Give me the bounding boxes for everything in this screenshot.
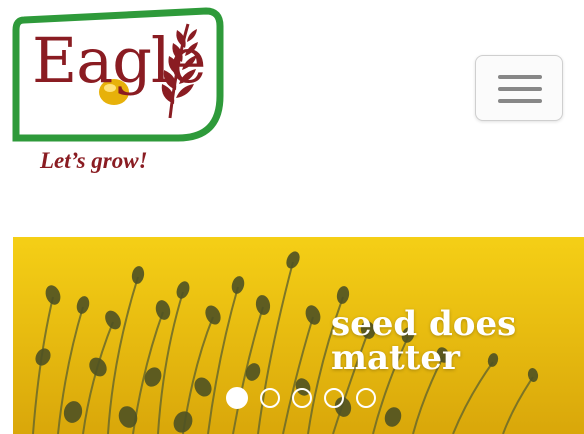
carousel-caption: seed does matter: [331, 307, 571, 375]
site-header: Eagle Let’s grow!: [0, 0, 584, 220]
hero-carousel[interactable]: seed does matter: [13, 237, 584, 434]
hamburger-menu-icon: [498, 99, 542, 103]
logo-home-link[interactable]: Eagle Let’s grow!: [10, 6, 224, 186]
menu-toggle-button[interactable]: [475, 55, 563, 121]
logo-tagline: Let’s grow!: [40, 148, 148, 173]
caption-line: matter: [331, 338, 460, 378]
hamburger-menu-icon: [498, 87, 542, 91]
carousel-indicator-2[interactable]: [260, 388, 280, 408]
carousel-indicator-4[interactable]: [324, 388, 344, 408]
carousel-indicator-1[interactable]: [226, 387, 248, 409]
logo-text: Eagle: [32, 24, 206, 97]
hamburger-menu-icon: [498, 75, 542, 79]
carousel-indicator-5[interactable]: [356, 388, 376, 408]
caption-line: seed does: [331, 304, 517, 344]
carousel-indicator-3[interactable]: [292, 388, 312, 408]
carousel-indicators: [226, 387, 388, 409]
